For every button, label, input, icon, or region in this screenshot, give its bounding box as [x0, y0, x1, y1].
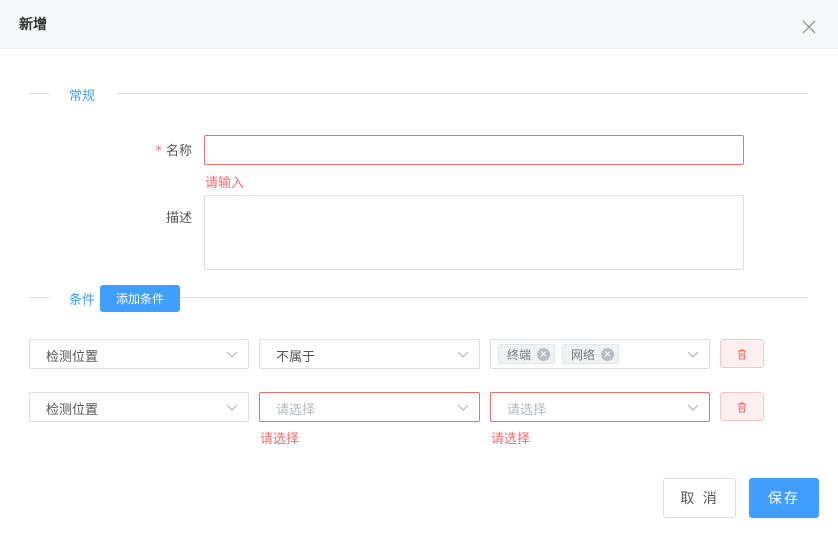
chevron-down-icon [226, 351, 238, 358]
trash-icon [738, 402, 746, 412]
section-general: 常规 [29, 82, 808, 106]
close-icon[interactable] [800, 18, 818, 36]
chevron-down-icon [457, 404, 469, 411]
operator-error: 请选择 [260, 432, 300, 447]
cancel-button[interactable]: 取 消 [663, 478, 736, 518]
chevron-down-icon [687, 404, 699, 411]
name-error: 请输入 [205, 176, 245, 191]
delete-condition-button[interactable] [720, 392, 764, 421]
condition-value-select[interactable]: 终端 × 网络 × [490, 339, 710, 369]
condition-field-select[interactable]: 检测位置 [29, 392, 249, 422]
condition-operator-select[interactable]: 请选择 [259, 392, 480, 422]
delete-condition-button[interactable] [720, 339, 764, 368]
divider [172, 297, 808, 298]
section-conditions-label: 条件 [69, 293, 96, 308]
save-button[interactable]: 保存 [749, 478, 819, 518]
add-condition-button[interactable]: 添加条件 [100, 285, 180, 312]
divider [29, 297, 49, 298]
dialog-title: 新增 [19, 17, 47, 33]
condition-value-select[interactable]: 请选择 [490, 392, 710, 422]
required-mark: * [155, 144, 162, 159]
circle-x-icon[interactable]: × [601, 347, 615, 361]
name-input[interactable] [204, 135, 744, 165]
section-general-label: 常规 [69, 89, 96, 104]
divider [29, 93, 49, 94]
condition-field-select[interactable]: 检测位置 [29, 339, 249, 369]
value-tag: 终端 × [498, 344, 556, 364]
condition-operator-select[interactable]: 不属于 [259, 339, 480, 369]
chevron-down-icon [226, 404, 238, 411]
divider [117, 93, 808, 94]
circle-x-icon[interactable]: × [537, 347, 551, 361]
trash-icon [738, 349, 746, 359]
name-label: * 名称 [155, 144, 192, 159]
chevron-down-icon [687, 351, 699, 358]
value-error: 请选择 [491, 432, 531, 447]
dialog-header: 新增 [0, 0, 838, 49]
chevron-down-icon [457, 351, 469, 358]
desc-textarea[interactable] [204, 195, 744, 270]
value-tag: 网络 × [562, 344, 620, 364]
desc-label: 描述 [165, 211, 192, 226]
